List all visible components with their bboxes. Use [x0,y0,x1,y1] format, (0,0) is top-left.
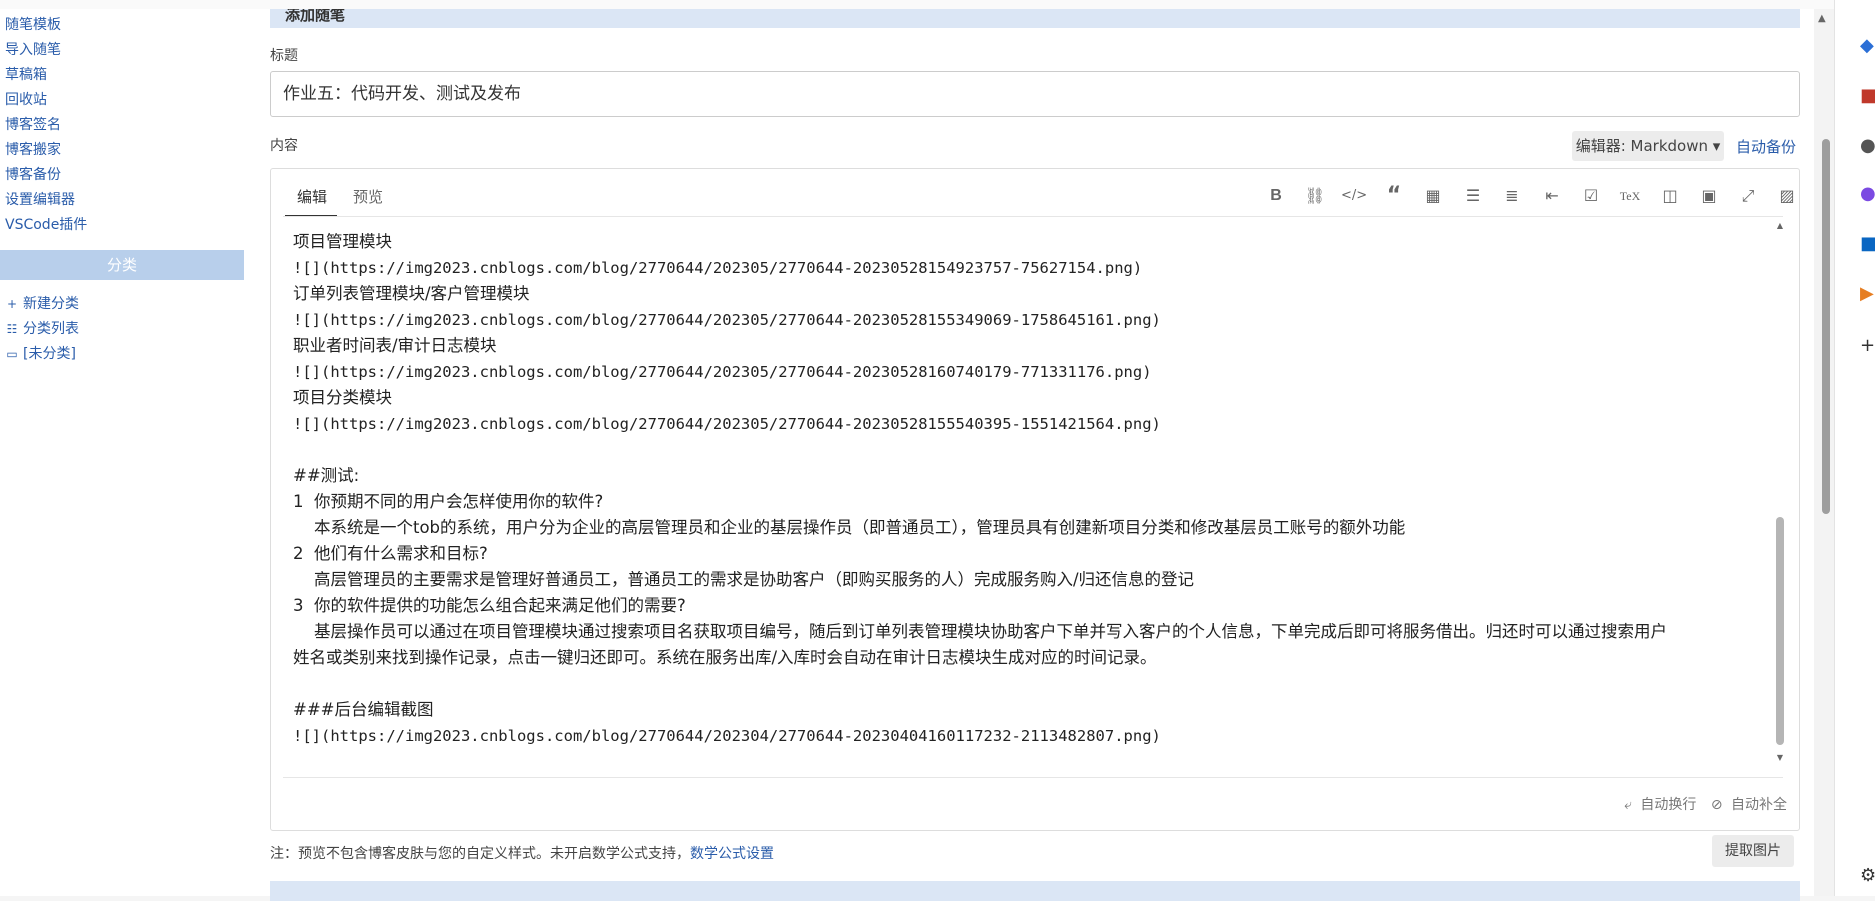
editor-line: 职业者时间表/审计日志模块 [293,336,497,355]
diamond-icon[interactable]: ◆ [1860,36,1874,56]
scroll-up-icon[interactable]: ▲ [1775,221,1785,230]
title-label: 标题 [270,48,298,64]
preview-note: 注：预览不包含博客皮肤与您的自定义样式。未开启数学公式支持，数学公式设置 [270,843,774,863]
sidebar-links: 随笔模板 导入随笔 草稿箱 回收站 博客签名 博客搬家 博客备份 设置编辑器 V… [5,13,87,238]
toolbar-divider [283,216,1783,217]
category-links: + 新建分类 ☷ 分类列表 ▭ [未分类] [5,292,79,367]
editor-line: 订单列表管理模块/客户管理模块 [293,284,530,303]
editor-textarea[interactable]: 项目管理模块 ![](https://img2023.cnblogs.com/b… [293,229,1763,771]
sidebar-item-blog-signature[interactable]: 博客签名 [5,113,87,138]
editor-line: ![](https://img2023.cnblogs.com/blog/277… [293,415,1161,433]
tab-preview[interactable]: 预览 [353,186,383,207]
add-icon[interactable]: + [1860,336,1875,356]
page-scroll-up-icon[interactable]: ▲ [1818,13,1826,24]
table-icon[interactable]: ▦ [1420,183,1446,209]
ordered-list-icon[interactable]: ≣ [1499,183,1525,209]
editor-line: 3 你的软件提供的功能怎么组合起来满足他们的需要? [293,596,686,615]
category-list-label: 分类列表 [23,321,79,337]
person-icon[interactable]: ● [1860,136,1875,156]
note-text: 注：预览不包含博客皮肤与您的自定义样式。未开启数学公式支持， [270,846,690,862]
editor-line: 2 他们有什么需求和目标? [293,544,488,563]
auto-backup-link[interactable]: 自动备份 [1736,136,1796,157]
editor-line: ##测试: [293,466,360,485]
scroll-down-icon[interactable]: ▼ [1775,753,1785,762]
sidebar: 随笔模板 导入随笔 草稿箱 回收站 博客签名 博客搬家 博客备份 设置编辑器 V… [0,9,244,896]
outlook-icon[interactable]: ■ [1860,234,1875,254]
tex-icon[interactable]: TeX [1617,183,1643,209]
editor-scrollbar[interactable]: ▲ ▼ [1775,221,1785,765]
sidebar-item-vscode-plugin[interactable]: VSCode插件 [5,213,87,238]
page-scrollbar[interactable]: ▲ [1814,9,1834,896]
editor-line: ![](https://img2023.cnblogs.com/blog/277… [293,363,1152,381]
editor-line: ![](https://img2023.cnblogs.com/blog/277… [293,727,1161,745]
fullscreen-icon[interactable]: ⤢ [1735,183,1761,209]
tab-edit[interactable]: 编辑 [297,186,327,207]
sidebar-item-import-post[interactable]: 导入随笔 [5,38,87,63]
editor-select[interactable]: 编辑器: Markdown ▾ [1572,131,1724,161]
folder-icon: ▭ [6,347,18,361]
code-icon[interactable]: </> [1341,183,1367,209]
sidebar-item-recycle-bin[interactable]: 回收站 [5,88,87,113]
category-list-link[interactable]: ☷ 分类列表 [5,317,79,342]
plus-icon: + [6,297,18,311]
sidebar-item-blog-migration[interactable]: 博客搬家 [5,138,87,163]
image-icon[interactable]: ▨ [1774,183,1800,209]
new-category-link[interactable]: + 新建分类 [5,292,79,317]
editor-scroll-thumb[interactable] [1776,517,1784,745]
editor-line: 基层操作员可以通过在项目管理模块通过搜索项目名获取项目编号，随后到订单列表管理模… [293,622,1667,641]
editor-line: 1 你预期不同的用户会怎样使用你的软件? [293,492,604,511]
main-panel: 添加随笔 标题 作业五：代码开发、测试及发布 内容 编辑器: Markdown … [244,9,1814,901]
title-input[interactable]: 作业五：代码开发、测试及发布 [270,71,1800,117]
editor-line: ![](https://img2023.cnblogs.com/blog/277… [293,311,1161,329]
editor-line: 本系统是一个tob的系统，用户分为企业的高层管理员和企业的基层操作员（即普通员工… [293,518,1406,537]
editor-footer: ⤶ 自动换行 ⊘ 自动补全 [1614,794,1787,814]
editor-line: 姓名或类别来找到操作记录，点击一键归还即可。系统在服务出库/入库时会自动在审计日… [293,648,1157,667]
auto-complete-toggle[interactable]: 自动补全 [1731,797,1787,813]
no-complete-icon: ⊘ [1710,797,1723,813]
paper-plane-icon[interactable]: ▶ [1860,284,1874,304]
editor-line: 高层管理员的主要需求是管理好普通员工，普通员工的需求是协助客户（即购买服务的人）… [293,570,1195,589]
sidebar-item-blog-backup[interactable]: 博客备份 [5,163,87,188]
section-title: 添加随笔 [270,9,1800,28]
sidebar-item-editor-settings[interactable]: 设置编辑器 [5,188,87,213]
category-header: 分类 [0,250,244,280]
uncategorized-label: [未分类] [23,346,76,362]
editor-line: 项目分类模块 [293,388,392,407]
auto-wrap-toggle[interactable]: 自动换行 [1640,797,1696,813]
personal-category-bar[interactable] [270,881,1800,901]
quote-icon[interactable]: “ [1381,183,1407,209]
sidebar-item-post-template[interactable]: 随笔模板 [5,13,87,38]
content-label: 内容 [270,138,298,154]
uncategorized-link[interactable]: ▭ [未分类] [5,342,79,367]
footer-divider [283,777,1783,778]
columns-icon[interactable]: ◫ [1657,183,1683,209]
editor-line: 项目管理模块 [293,232,392,251]
editor-line: ###后台编辑截图 [293,700,434,719]
wrap-icon: ⤶ [1624,797,1632,813]
page-scroll-thumb[interactable] [1822,139,1830,514]
list-icon: ☷ [6,322,18,336]
checkbox-icon[interactable]: ☑ [1578,183,1604,209]
fetch-images-button[interactable]: 提取图片 [1712,835,1794,867]
toolbox-icon[interactable]: ■ [1860,86,1875,106]
new-category-label: 新建分类 [23,296,79,312]
save-icon[interactable]: ▣ [1696,183,1722,209]
unordered-list-icon[interactable]: ☰ [1460,183,1486,209]
math-settings-link[interactable]: 数学公式设置 [690,846,774,862]
outdent-icon[interactable]: ⇤ [1539,183,1565,209]
settings-icon[interactable]: ⚙ [1860,866,1875,886]
editor-line: ![](https://img2023.cnblogs.com/blog/277… [293,259,1143,277]
link-icon[interactable]: ⛓ [1302,183,1328,209]
browser-sidebar: ◆ ■ ● ● ■ ▶ + ⚙ [1834,0,1875,896]
copilot-icon[interactable]: ● [1860,184,1875,204]
sidebar-item-drafts[interactable]: 草稿箱 [5,63,87,88]
bold-icon[interactable]: B [1263,183,1289,209]
markdown-editor: 编辑 预览 B ⛓ </> “ ▦ ☰ ≣ ⇤ ☑ TeX ◫ ▣ ⤢ ▨ 项目… [270,168,1800,831]
